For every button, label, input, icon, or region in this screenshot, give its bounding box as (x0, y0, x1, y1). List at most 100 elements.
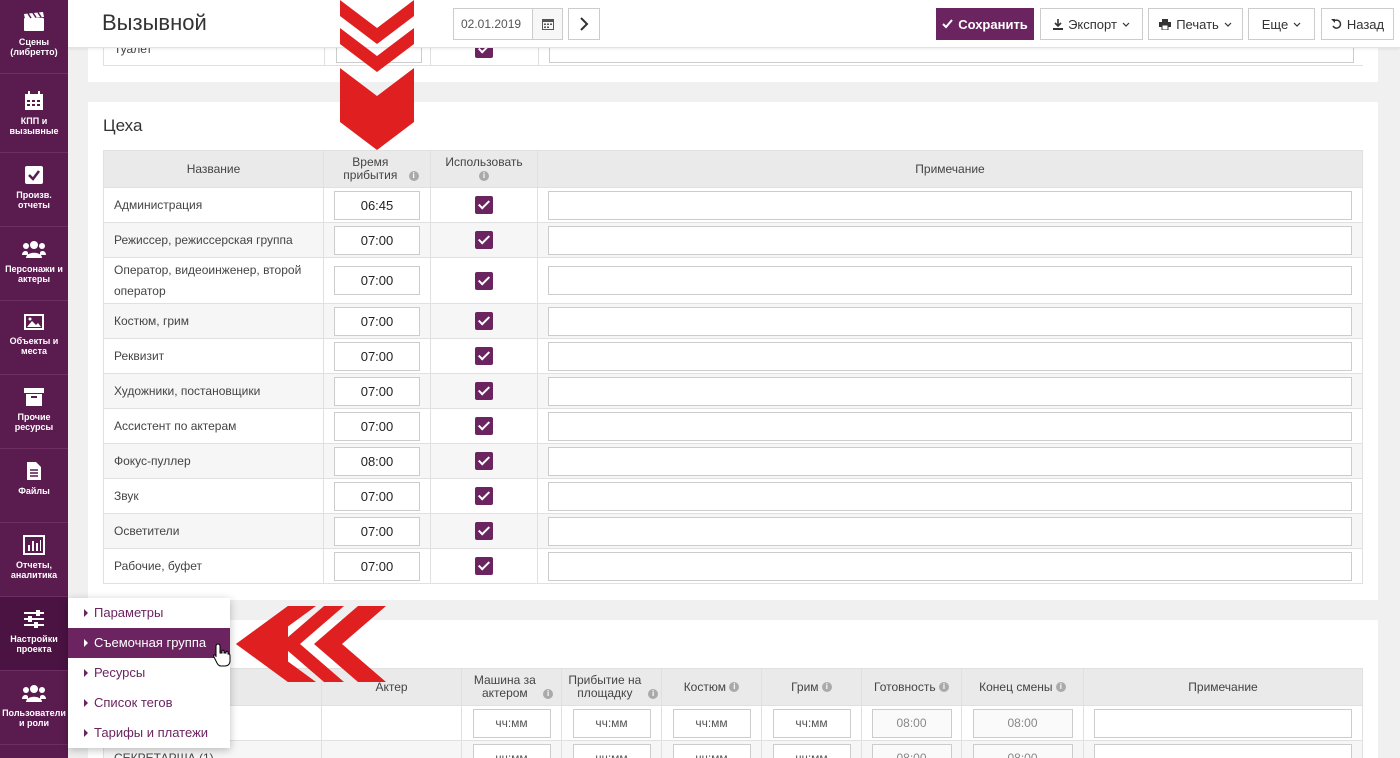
note-input[interactable] (548, 190, 1352, 220)
use-checkbox[interactable] (475, 452, 493, 470)
users-icon (22, 241, 46, 258)
sliders-icon (24, 610, 44, 628)
time-input[interactable]: 07:00 (334, 225, 420, 255)
time-input[interactable]: 06:45 (334, 190, 420, 220)
time-input[interactable]: 07:00 (334, 551, 420, 581)
ready-time-input[interactable]: 08:00 (871, 708, 952, 738)
note-input[interactable] (1094, 708, 1352, 738)
more-button[interactable]: Еще (1248, 8, 1315, 40)
sidebar-item-label: Произв. отчеты (16, 190, 52, 210)
export-button[interactable]: Экспорт (1040, 8, 1143, 40)
car-time-input[interactable]: чч:мм (472, 743, 551, 758)
note-input[interactable] (548, 411, 1352, 441)
sidebar-item-reports[interactable]: Произв. отчеты (0, 153, 68, 227)
col-header-name: Название (103, 150, 324, 188)
note-input[interactable] (1094, 743, 1352, 758)
use-checkbox[interactable] (475, 417, 493, 435)
workshops-panel: Цеха Название Время прибытия i Использов… (88, 102, 1378, 600)
use-checkbox[interactable] (475, 196, 493, 214)
archive-icon (24, 388, 44, 406)
sidebar-item-characters[interactable]: Персонажи и актеры (0, 227, 68, 301)
sidebar-item-files[interactable]: Файлы (0, 449, 68, 523)
table-row: Фокус-пуллер 08:00 (103, 443, 1363, 479)
note-input[interactable] (548, 551, 1352, 581)
table-row: Режиссер, режиссерская группа 07:00 (103, 222, 1363, 258)
note-input[interactable] (548, 481, 1352, 511)
print-button[interactable]: Печать (1148, 8, 1243, 40)
sidebar-item-settings[interactable]: Настройки проекта (0, 597, 68, 671)
costume-time-input[interactable]: чч:мм (672, 743, 751, 758)
end-time-input[interactable]: 08:00 (972, 743, 1073, 758)
info-icon[interactable]: i (479, 170, 489, 181)
use-checkbox[interactable] (475, 347, 493, 365)
menu-item-parameters[interactable]: Параметры (68, 598, 230, 628)
use-checkbox[interactable] (475, 382, 493, 400)
next-date-button[interactable] (568, 8, 600, 40)
note-input[interactable] (548, 306, 1352, 336)
menu-item-tags[interactable]: Список тегов (68, 688, 230, 718)
use-checkbox[interactable] (475, 231, 493, 249)
makeup-time-input[interactable]: чч:мм (772, 743, 851, 758)
time-input[interactable]: 07:00 (334, 411, 420, 441)
sidebar-item-label: Файлы (18, 486, 50, 496)
sidebar-item-label: Прочие ресурсы (14, 412, 54, 432)
row-name: Осветители (103, 513, 324, 549)
note-input[interactable] (548, 266, 1352, 295)
sidebar-item-objects[interactable]: Объекты и места (0, 301, 68, 375)
note-input[interactable] (548, 516, 1352, 546)
table-row: Рабочие, буфет 07:00 (103, 548, 1363, 584)
sidebar: Сцены (либретто) КПП и вызывные Произв. … (0, 0, 68, 758)
menu-item-resources[interactable]: Ресурсы (68, 658, 230, 688)
menu-item-crew[interactable]: Съемочная группа (68, 628, 230, 658)
time-input[interactable]: 07:00 (334, 341, 420, 371)
time-input[interactable]: 07:00 (334, 481, 420, 511)
arrival-time-input[interactable]: чч:мм (572, 743, 651, 758)
sidebar-item-resources[interactable]: Прочие ресурсы (0, 375, 68, 449)
col-header-end: Конец смены i (961, 668, 1084, 706)
info-icon[interactable]: i (938, 682, 949, 693)
col-header-use: Использовать i (430, 150, 538, 188)
info-icon[interactable]: i (648, 688, 659, 699)
sidebar-item-scenes[interactable]: Сцены (либретто) (0, 0, 68, 74)
check-icon (942, 19, 953, 29)
actor-cell (321, 705, 462, 741)
note-input[interactable] (548, 341, 1352, 371)
end-time-input[interactable]: 08:00 (972, 708, 1073, 738)
use-checkbox[interactable] (475, 271, 493, 290)
use-checkbox[interactable] (475, 522, 493, 540)
car-time-input[interactable]: чч:мм (472, 708, 551, 738)
costume-time-input[interactable]: чч:мм (672, 708, 751, 738)
arrival-time-input[interactable]: чч:мм (572, 708, 651, 738)
note-input[interactable] (548, 376, 1352, 406)
info-icon[interactable]: i (821, 682, 832, 693)
save-button[interactable]: Сохранить (936, 8, 1034, 40)
note-input[interactable] (548, 225, 1352, 255)
sidebar-item-label: Настройки проекта (10, 634, 58, 654)
time-input[interactable]: 07:00 (334, 266, 420, 295)
bar-chart-icon (23, 535, 45, 555)
time-input[interactable]: 08:00 (334, 446, 420, 476)
info-icon[interactable]: i (543, 688, 554, 699)
table-row: Оператор, видеоинженер, второй оператор … (103, 257, 1363, 304)
note-input[interactable] (548, 446, 1352, 476)
info-icon[interactable]: i (729, 682, 740, 693)
use-checkbox[interactable] (475, 312, 493, 330)
ready-time-input[interactable]: 08:00 (871, 743, 952, 758)
time-input[interactable]: 07:00 (334, 376, 420, 406)
info-icon[interactable]: i (1055, 682, 1066, 693)
back-button[interactable]: Назад (1321, 8, 1394, 40)
calendar-icon (541, 19, 554, 30)
date-input[interactable]: 02.01.2019 (453, 8, 563, 40)
makeup-time-input[interactable]: чч:мм (772, 708, 851, 738)
sidebar-item-analytics[interactable]: Отчеты, аналитика (0, 523, 68, 597)
sidebar-item-kpp[interactable]: КПП и вызывные (0, 79, 68, 153)
info-icon[interactable]: i (408, 170, 419, 181)
use-checkbox[interactable] (475, 487, 493, 505)
time-input[interactable]: 07:00 (334, 516, 420, 546)
calendar-button[interactable] (532, 9, 562, 39)
sidebar-item-users[interactable]: Пользователи и роли (0, 671, 68, 745)
menu-item-tariffs[interactable]: Тарифы и платежи (68, 718, 230, 748)
use-checkbox[interactable] (475, 557, 493, 575)
time-input[interactable]: 07:00 (334, 306, 420, 336)
row-name: Администрация (103, 187, 324, 223)
